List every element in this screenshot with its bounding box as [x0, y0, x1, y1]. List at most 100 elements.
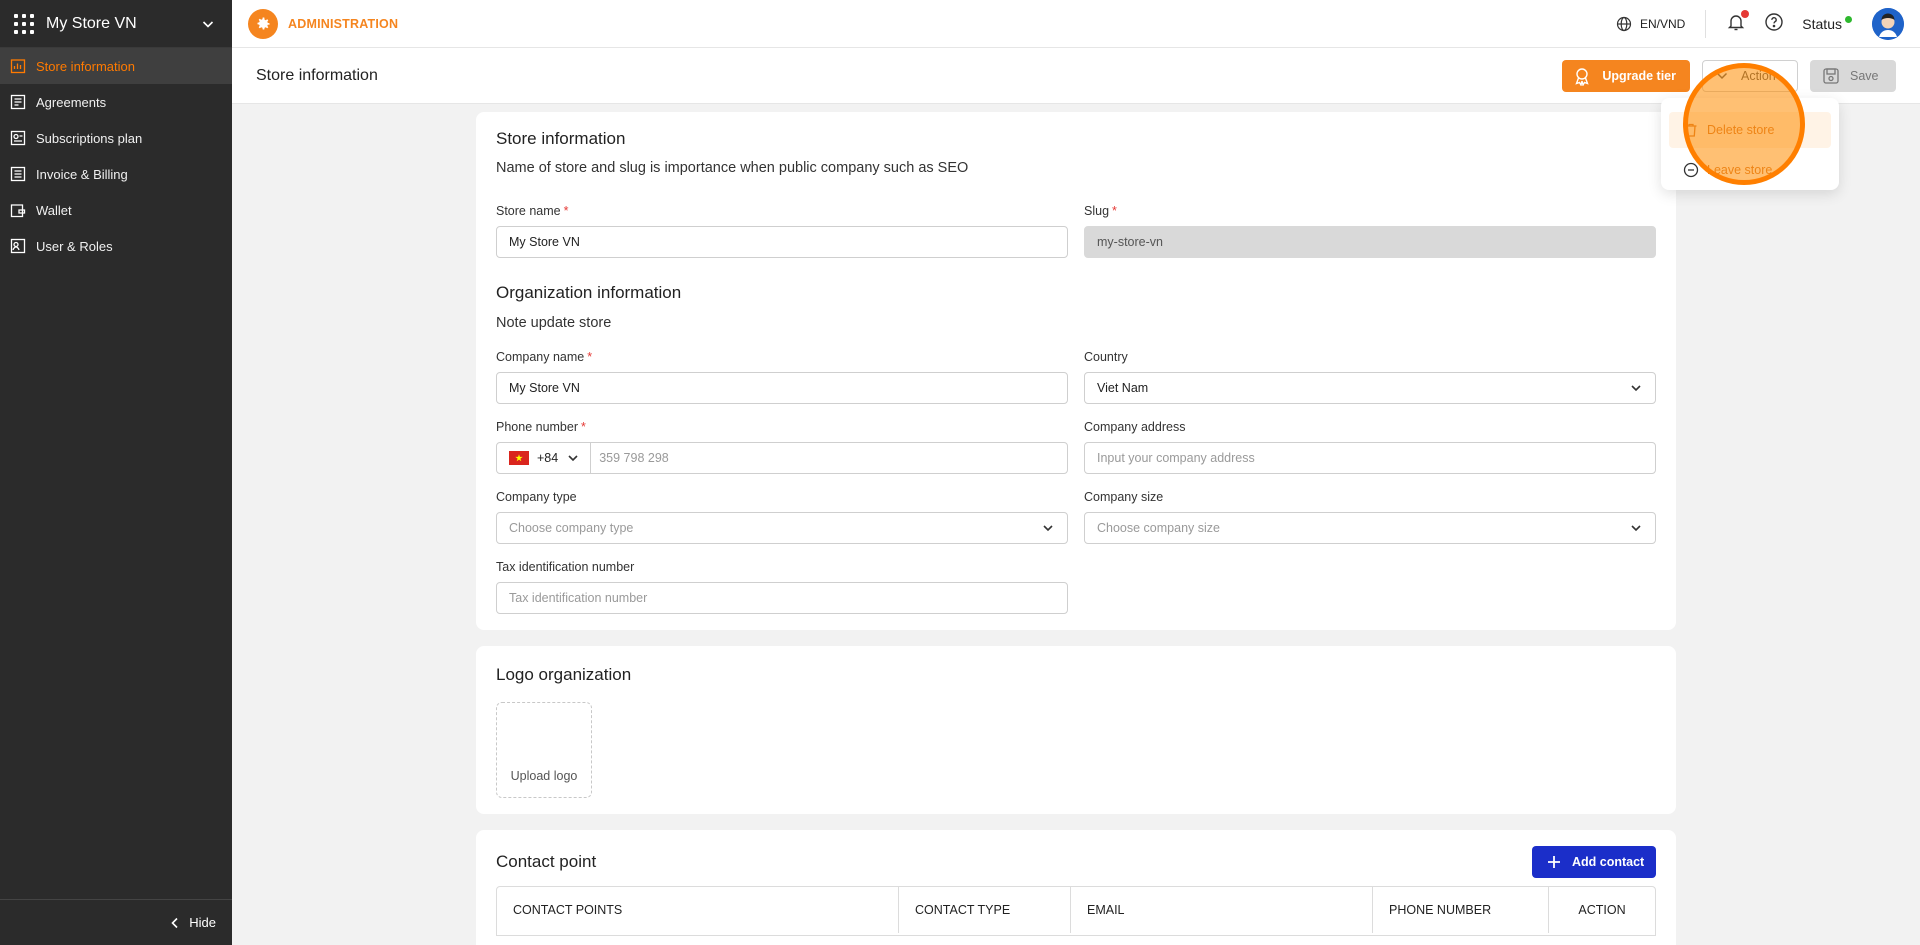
org-info-subtitle: Note update store — [496, 315, 612, 331]
save-label: Save — [1850, 68, 1879, 83]
upgrade-tier-button[interactable]: Upgrade tier — [1562, 59, 1690, 92]
store-name-label: Store name * — [496, 204, 569, 218]
sidebar-item-wallet[interactable]: Wallet — [0, 192, 232, 228]
top-bar: ADMINISTRATION EN/VND Status — [232, 0, 1920, 48]
award-icon — [1575, 67, 1590, 86]
action-dropdown-menu: Delete store Leave store — [1661, 98, 1839, 190]
column-header: ACTION — [1578, 903, 1626, 917]
leave-store-menu-item[interactable]: Leave store — [1669, 152, 1831, 188]
leave-store-label: Leave store — [1707, 163, 1773, 177]
sidebar-item-subscriptions-plan[interactable]: Subscriptions plan — [0, 120, 232, 156]
help-button[interactable] — [1764, 12, 1784, 35]
sidebar: My Store VN Store information Agreements… — [0, 0, 232, 945]
store-info-subtitle: Name of store and slug is importance whe… — [496, 160, 969, 176]
sidebar-item-store-information[interactable]: Store information — [0, 48, 232, 84]
upload-logo-label: Upload logo — [510, 769, 578, 783]
subscription-icon — [10, 130, 26, 146]
column-header: CONTACT POINTS — [497, 887, 899, 933]
country-select[interactable]: Viet Nam — [1084, 372, 1656, 404]
status-dot — [1845, 15, 1852, 23]
document-icon — [10, 94, 26, 110]
section-label: ADMINISTRATION — [288, 16, 399, 31]
column-header: CONTACT TYPE — [899, 887, 1071, 933]
page-header: Store information Upgrade tier Action Sa… — [232, 48, 1920, 104]
chevron-down-icon — [1631, 385, 1641, 392]
column-header: PHONE NUMBER — [1373, 887, 1549, 933]
language-label: EN/VND — [1639, 16, 1686, 31]
action-label: Action — [1741, 68, 1776, 83]
phone-input[interactable]: 359 798 298 — [591, 451, 1067, 465]
company-name-input[interactable]: My Store VN — [496, 372, 1068, 404]
sidebar-item-invoice-billing[interactable]: Invoice & Billing — [0, 156, 232, 192]
company-size-label: Company size — [1084, 490, 1164, 504]
company-size-placeholder: Choose company size — [1097, 521, 1220, 535]
store-information-card: Store information Name of store and slug… — [476, 112, 1676, 630]
apps-grid-icon[interactable] — [14, 13, 34, 34]
sidebar-nav: Store information Agreements Subscriptio… — [0, 48, 232, 264]
wallet-icon — [10, 202, 26, 218]
tax-id-input[interactable]: Tax identification number — [496, 582, 1068, 614]
upload-logo-button[interactable]: Upload logo — [496, 702, 592, 798]
store-name-input[interactable]: My Store VN — [496, 226, 1068, 258]
save-button[interactable]: Save — [1810, 59, 1896, 92]
sidebar-item-label: Subscriptions plan — [36, 130, 143, 146]
store-name: My Store VN — [46, 14, 137, 32]
tax-id-label: Tax identification number — [496, 560, 635, 574]
store-chart-icon — [10, 58, 26, 74]
country-value: Viet Nam — [1097, 381, 1149, 395]
status-indicator[interactable]: Status — [1802, 15, 1852, 32]
company-type-label: Company type — [496, 490, 577, 504]
company-type-placeholder: Choose company type — [509, 521, 634, 535]
company-type-select[interactable]: Choose company type — [496, 512, 1068, 544]
contact-title: Contact point — [496, 852, 597, 871]
chevron-down-icon — [1716, 72, 1728, 79]
sidebar-item-agreements[interactable]: Agreements — [0, 84, 232, 120]
save-icon — [1823, 67, 1839, 84]
sidebar-item-label: Store information — [36, 58, 135, 74]
chevron-down-icon — [568, 455, 578, 462]
delete-store-label: Delete store — [1707, 123, 1775, 137]
help-icon — [1765, 13, 1783, 31]
vietnam-flag-icon — [509, 451, 529, 465]
chevron-down-icon — [1043, 525, 1053, 532]
trash-icon — [1685, 123, 1697, 137]
org-info-title: Organization information — [496, 283, 682, 302]
chevron-down-icon — [1631, 525, 1641, 532]
upgrade-label: Upgrade tier — [1602, 68, 1676, 83]
company-address-label: Company address — [1084, 420, 1186, 434]
notifications-button[interactable] — [1726, 10, 1750, 35]
gear-icon — [248, 8, 278, 39]
sidebar-item-label: Wallet — [36, 202, 72, 218]
globe-icon — [1616, 16, 1632, 31]
action-menu-button[interactable]: Action — [1702, 59, 1798, 92]
hide-label: Hide — [189, 915, 216, 930]
slug-label: Slug * — [1084, 204, 1117, 218]
company-address-input[interactable]: Input your company address — [1084, 442, 1656, 474]
page-title: Store information — [256, 66, 378, 84]
delete-store-menu-item[interactable]: Delete store — [1669, 112, 1831, 148]
notification-dot — [1741, 10, 1750, 18]
logo-card: Logo organization Upload logo — [476, 646, 1676, 814]
add-contact-button[interactable]: Add contact — [1532, 846, 1657, 878]
phone-field: +84 359 798 298 — [496, 442, 1068, 474]
hide-sidebar-button[interactable]: Hide — [0, 899, 232, 945]
slug-input[interactable]: my-store-vn — [1084, 226, 1656, 258]
column-header: EMAIL — [1071, 887, 1373, 933]
company-size-select[interactable]: Choose company size — [1084, 512, 1656, 544]
sidebar-item-user-roles[interactable]: User & Roles — [0, 228, 232, 264]
store-switcher[interactable]: My Store VN — [0, 0, 232, 48]
user-avatar-icon — [1872, 7, 1904, 40]
store-info-title: Store information — [496, 129, 626, 148]
sidebar-item-label: User & Roles — [36, 238, 113, 254]
language-currency-selector[interactable]: EN/VND — [1616, 9, 1707, 38]
country-code-selector[interactable]: +84 — [497, 443, 592, 473]
sidebar-item-label: Invoice & Billing — [36, 166, 128, 182]
add-contact-label: Add contact — [1572, 855, 1645, 869]
contact-table-header: CONTACT POINTS CONTACT TYPE EMAIL PHONE … — [496, 886, 1656, 936]
country-code: +84 — [537, 451, 559, 465]
contact-point-card: Contact point Add contact CONTACT POINTS… — [476, 830, 1676, 945]
leave-icon — [1683, 162, 1699, 178]
avatar[interactable] — [1872, 7, 1904, 40]
phone-label: Phone number * — [496, 420, 586, 434]
sidebar-item-label: Agreements — [36, 94, 107, 110]
